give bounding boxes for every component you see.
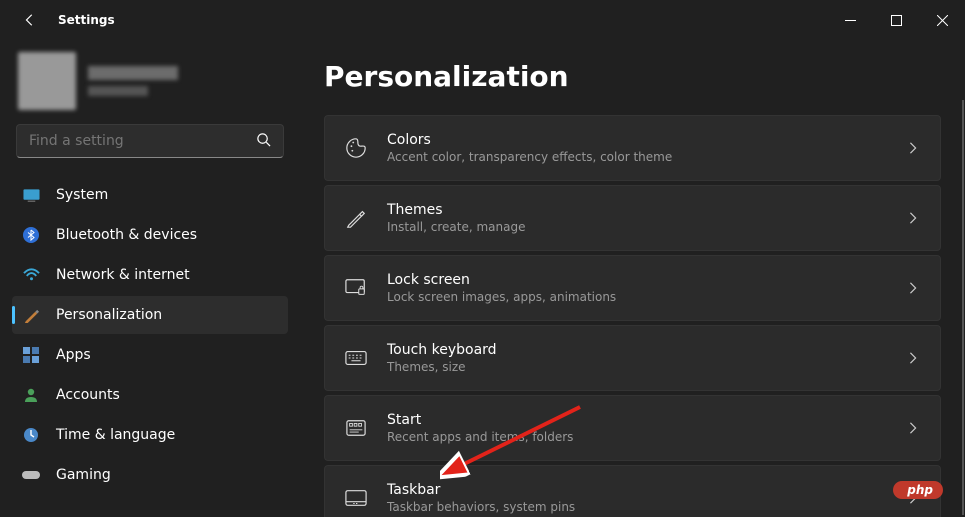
main-content: Personalization Colors Accent color, tra… bbox=[300, 40, 965, 517]
colors-icon bbox=[345, 137, 367, 159]
maximize-icon bbox=[891, 15, 902, 26]
nav-item-bluetooth[interactable]: Bluetooth & devices bbox=[12, 216, 288, 254]
window-controls bbox=[827, 0, 965, 40]
nav-label: Time & language bbox=[56, 427, 175, 443]
apps-icon bbox=[22, 346, 40, 364]
nav-item-apps[interactable]: Apps bbox=[12, 336, 288, 374]
chevron-right-icon bbox=[908, 209, 918, 228]
nav-label: Network & internet bbox=[56, 267, 190, 283]
chevron-right-icon bbox=[908, 349, 918, 368]
card-title: Themes bbox=[387, 202, 525, 218]
nav-label: Apps bbox=[56, 347, 91, 363]
nav-item-system[interactable]: System bbox=[12, 176, 288, 214]
personalization-icon bbox=[22, 306, 40, 324]
nav-label: System bbox=[56, 187, 108, 203]
title-bar: Settings bbox=[0, 0, 965, 40]
avatar bbox=[18, 52, 76, 110]
chevron-right-icon bbox=[908, 419, 918, 438]
watermark-badge: php bbox=[893, 481, 943, 499]
window-title: Settings bbox=[58, 13, 115, 27]
card-desc: Recent apps and items, folders bbox=[387, 430, 573, 444]
nav-label: Bluetooth & devices bbox=[56, 227, 197, 243]
system-icon bbox=[22, 186, 40, 204]
nav-list: System Bluetooth & devices Network & int… bbox=[12, 176, 288, 494]
close-button[interactable] bbox=[919, 0, 965, 40]
back-button[interactable] bbox=[16, 6, 44, 34]
minimize-button[interactable] bbox=[827, 0, 873, 40]
card-title: Taskbar bbox=[387, 482, 575, 498]
taskbar-icon bbox=[345, 487, 367, 509]
accounts-icon bbox=[22, 386, 40, 404]
card-desc: Themes, size bbox=[387, 360, 497, 374]
nav-item-personalization[interactable]: Personalization bbox=[12, 296, 288, 334]
nav-item-gaming[interactable]: Gaming bbox=[12, 456, 288, 494]
search-input[interactable] bbox=[29, 133, 256, 149]
card-start[interactable]: Start Recent apps and items, folders bbox=[324, 395, 941, 461]
profile-text bbox=[88, 66, 178, 96]
card-title: Start bbox=[387, 412, 573, 428]
card-title: Touch keyboard bbox=[387, 342, 497, 358]
nav-item-accounts[interactable]: Accounts bbox=[12, 376, 288, 414]
card-desc: Lock screen images, apps, animations bbox=[387, 290, 616, 304]
card-touch-keyboard[interactable]: Touch keyboard Themes, size bbox=[324, 325, 941, 391]
network-icon bbox=[22, 266, 40, 284]
sidebar: System Bluetooth & devices Network & int… bbox=[0, 40, 300, 517]
nav-label: Personalization bbox=[56, 307, 162, 323]
start-icon bbox=[345, 417, 367, 439]
chevron-right-icon bbox=[908, 279, 918, 298]
lock-screen-icon bbox=[345, 277, 367, 299]
card-taskbar[interactable]: Taskbar Taskbar behaviors, system pins bbox=[324, 465, 941, 517]
nav-item-time-language[interactable]: Time & language bbox=[12, 416, 288, 454]
gaming-icon bbox=[22, 466, 40, 484]
nav-label: Gaming bbox=[56, 467, 111, 483]
card-desc: Taskbar behaviors, system pins bbox=[387, 500, 575, 514]
bluetooth-icon bbox=[22, 226, 40, 244]
maximize-button[interactable] bbox=[873, 0, 919, 40]
chevron-right-icon bbox=[908, 139, 918, 158]
card-colors[interactable]: Colors Accent color, transparency effect… bbox=[324, 115, 941, 181]
close-icon bbox=[937, 15, 948, 26]
minimize-icon bbox=[845, 15, 856, 26]
card-themes[interactable]: Themes Install, create, manage bbox=[324, 185, 941, 251]
card-desc: Accent color, transparency effects, colo… bbox=[387, 150, 672, 164]
settings-card-list: Colors Accent color, transparency effect… bbox=[324, 115, 941, 517]
time-language-icon bbox=[22, 426, 40, 444]
touch-keyboard-icon bbox=[345, 347, 367, 369]
card-title: Lock screen bbox=[387, 272, 616, 288]
account-profile[interactable] bbox=[12, 48, 288, 124]
themes-icon bbox=[345, 207, 367, 229]
scrollbar[interactable] bbox=[962, 100, 964, 515]
card-title: Colors bbox=[387, 132, 672, 148]
back-arrow-icon bbox=[23, 13, 37, 27]
card-lock-screen[interactable]: Lock screen Lock screen images, apps, an… bbox=[324, 255, 941, 321]
search-icon bbox=[256, 132, 271, 151]
nav-item-network[interactable]: Network & internet bbox=[12, 256, 288, 294]
nav-label: Accounts bbox=[56, 387, 120, 403]
card-desc: Install, create, manage bbox=[387, 220, 525, 234]
search-box[interactable] bbox=[16, 124, 284, 158]
page-title: Personalization bbox=[324, 60, 941, 93]
